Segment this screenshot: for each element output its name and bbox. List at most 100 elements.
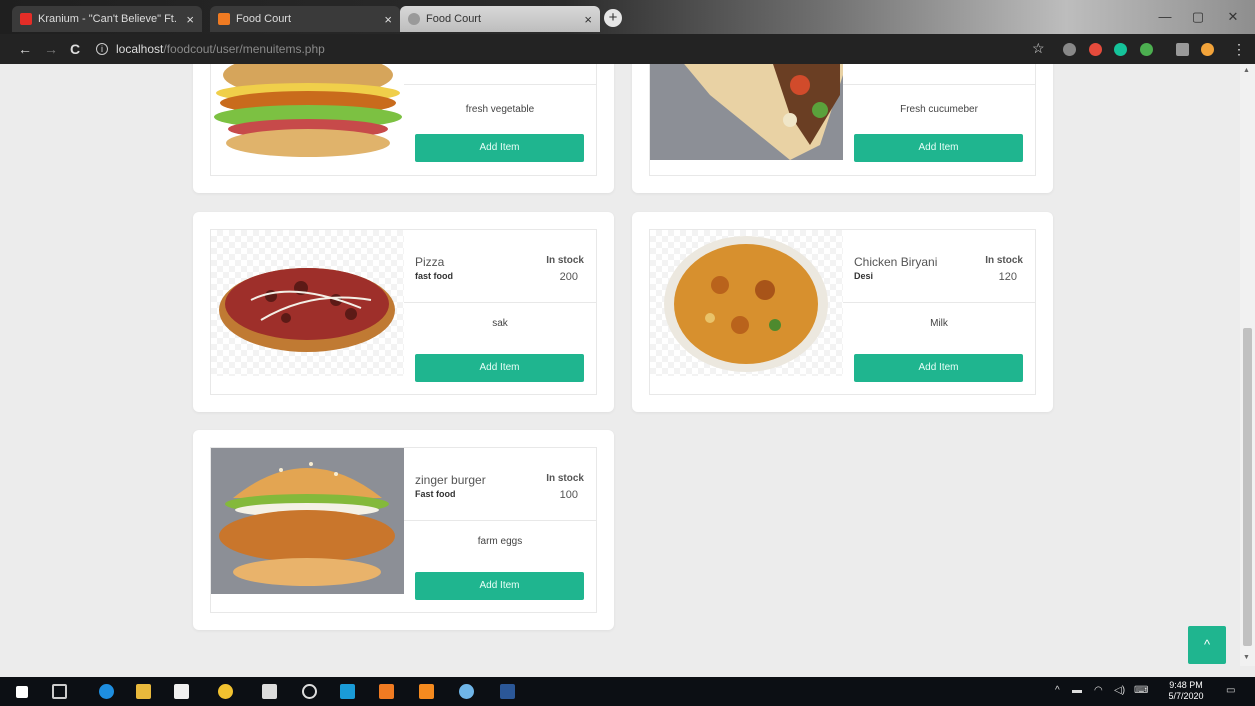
new-tab-button[interactable]: + <box>604 9 622 27</box>
extension-red-icon[interactable] <box>1089 43 1102 56</box>
zinger-burger-image <box>211 448 404 594</box>
add-item-button[interactable]: Add Item <box>415 354 584 382</box>
xampp-icon <box>218 13 230 25</box>
browser-menu-icon[interactable]: ⋮ <box>1232 41 1246 58</box>
item-name: Chicken Biryani <box>854 255 938 269</box>
menu-item-card: zinger burger Fast food In stock 100 far… <box>193 430 614 630</box>
keyboard-icon[interactable]: ⌨ <box>1134 685 1148 696</box>
add-item-button[interactable]: Add Item <box>854 134 1023 162</box>
menu-item-card: fresh vegetable Add Item <box>193 64 614 193</box>
item-info-divider <box>843 64 1035 85</box>
maximize-button[interactable]: ▢ <box>1183 6 1213 28</box>
wifi-icon[interactable]: ◠ <box>1094 685 1103 696</box>
task-view-icon[interactable] <box>52 684 67 699</box>
shawarma-wrap-image <box>650 64 843 160</box>
url-path: /foodcout/user/menuitems.php <box>163 42 325 56</box>
item-description: sak <box>492 318 508 329</box>
app-paint-icon[interactable] <box>459 684 474 699</box>
pizza-image <box>211 230 404 376</box>
url-input[interactable]: i localhost/foodcout/user/menuitems.php <box>96 39 1036 59</box>
app-blue-icon[interactable] <box>340 684 355 699</box>
file-explorer-icon[interactable] <box>136 684 151 699</box>
url-host: localhost <box>116 42 164 56</box>
extension-grammarly-icon[interactable] <box>1114 43 1127 56</box>
battery-icon[interactable]: ▬ <box>1072 685 1082 696</box>
item-info-header: Pizza fast food In stock 200 <box>404 230 596 303</box>
browser-tab-bar: Kranium - "Can't Believe" Ft. × Food Cou… <box>0 0 1255 34</box>
item-name: Pizza <box>415 255 445 269</box>
menu-item-panel: fresh vegetable Add Item <box>210 64 597 176</box>
add-item-button[interactable]: Add Item <box>854 354 1023 382</box>
item-category: fast food <box>415 271 453 281</box>
profile-avatar[interactable] <box>1201 43 1214 56</box>
extension-list-icon[interactable] <box>1176 43 1189 56</box>
minimize-button[interactable]: — <box>1150 6 1180 28</box>
biryani-image <box>650 230 843 376</box>
item-category: Fast food <box>415 489 456 499</box>
page-scrollbar[interactable]: ▲ ▼ <box>1240 64 1255 666</box>
sublime-text-icon[interactable] <box>419 684 434 699</box>
stock-count: 120 <box>998 271 1017 283</box>
back-button[interactable]: ← <box>18 41 32 57</box>
menu-item-panel: Chicken Biryani Desi In stock 120 Milk A… <box>649 229 1036 395</box>
extension-help-icon[interactable] <box>1063 43 1076 56</box>
close-tab-icon[interactable]: × <box>584 12 592 27</box>
menu-item-panel: Fresh cucumeber Add Item <box>649 64 1036 176</box>
tab-title: Food Court <box>426 13 482 25</box>
windows-taskbar: ^ ▬ ◠ ◁) ⌨ 9:48 PM 5/7/2020 ▭ <box>0 677 1255 706</box>
scrollbar-thumb[interactable] <box>1243 328 1252 646</box>
close-window-button[interactable]: ✕ <box>1218 6 1248 28</box>
stock-label: In stock <box>546 473 584 484</box>
action-center-icon[interactable]: ▭ <box>1226 685 1235 696</box>
media-player-icon[interactable] <box>302 684 317 699</box>
scroll-up-icon[interactable]: ▲ <box>1243 67 1250 74</box>
youtube-icon <box>20 13 32 25</box>
menu-item-card: Fresh cucumeber Add Item <box>632 64 1053 193</box>
system-clock[interactable]: 9:48 PM 5/7/2020 <box>1165 680 1207 702</box>
menu-item-card: Chicken Biryani Desi In stock 120 Milk A… <box>632 212 1053 412</box>
stock-label: In stock <box>985 255 1023 266</box>
volume-icon[interactable]: ◁) <box>1114 685 1125 696</box>
browser-tab-youtube[interactable]: Kranium - "Can't Believe" Ft. × <box>12 6 202 32</box>
tab-title: Kranium - "Can't Believe" Ft. <box>38 13 177 25</box>
item-name: zinger burger <box>415 473 486 487</box>
forward-button[interactable]: → <box>44 41 58 57</box>
extension-color-icon[interactable] <box>1140 43 1153 56</box>
item-description: Milk <box>930 318 948 329</box>
add-item-button[interactable]: Add Item <box>415 134 584 162</box>
close-tab-icon[interactable]: × <box>186 12 194 27</box>
chicken-burger-image <box>211 64 404 160</box>
reload-button[interactable]: C <box>70 41 80 57</box>
stock-count: 100 <box>559 489 578 501</box>
browser-tab-food-court[interactable]: Food Court × <box>210 6 400 32</box>
clock-date: 5/7/2020 <box>1168 691 1204 701</box>
item-description: fresh vegetable <box>465 104 535 115</box>
mail-icon[interactable] <box>262 684 277 699</box>
menu-item-panel: zinger burger Fast food In stock 100 far… <box>210 447 597 613</box>
stock-label: In stock <box>546 255 584 266</box>
xampp-taskbar-icon[interactable] <box>379 684 394 699</box>
chrome-icon[interactable] <box>218 684 233 699</box>
menu-item-card: Pizza fast food In stock 200 sak Add Ite… <box>193 212 614 412</box>
tab-title: Food Court <box>236 13 292 25</box>
scroll-down-icon[interactable]: ▼ <box>1243 654 1250 661</box>
globe-icon <box>408 13 420 25</box>
item-category: Desi <box>854 271 874 281</box>
bookmark-star-icon[interactable]: ☆ <box>1032 40 1045 57</box>
scroll-to-top-button[interactable]: ^ <box>1188 626 1226 664</box>
item-info-header: Chicken Biryani Desi In stock 120 <box>843 230 1035 303</box>
menu-items-page: fresh vegetable Add Item Fresh cucumeber… <box>0 64 1240 666</box>
item-description: Fresh cucumeber <box>900 104 978 115</box>
close-tab-icon[interactable]: × <box>384 12 392 27</box>
word-icon[interactable] <box>500 684 515 699</box>
edge-icon[interactable] <box>99 684 114 699</box>
item-info-header: zinger burger Fast food In stock 100 <box>404 448 596 521</box>
info-icon[interactable]: i <box>96 43 108 55</box>
browser-tab-food-court-active[interactable]: Food Court × <box>400 6 600 32</box>
start-windows-icon[interactable] <box>16 686 28 698</box>
menu-item-panel: Pizza fast food In stock 200 sak Add Ite… <box>210 229 597 395</box>
tray-chevron-icon[interactable]: ^ <box>1055 685 1060 696</box>
address-bar: ← → C i localhost/foodcout/user/menuitem… <box>0 34 1255 64</box>
store-icon[interactable] <box>174 684 189 699</box>
add-item-button[interactable]: Add Item <box>415 572 584 600</box>
